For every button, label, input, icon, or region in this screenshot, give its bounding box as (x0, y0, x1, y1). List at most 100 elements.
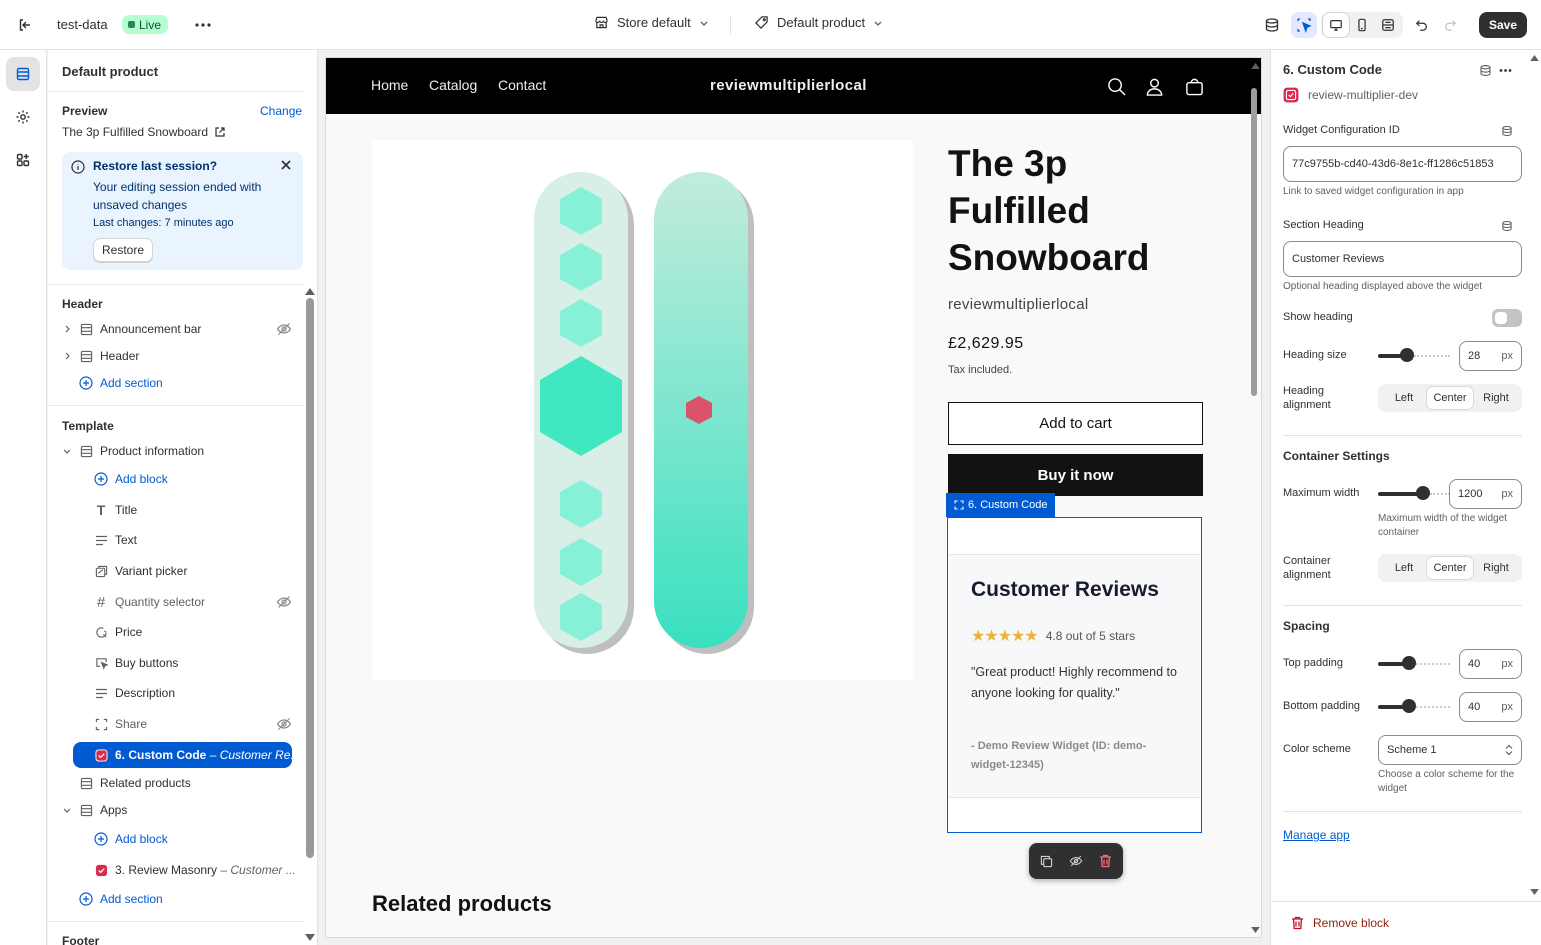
preview-product-label: The 3p Fulfilled Snowboard (62, 125, 209, 139)
delete-icon[interactable] (1095, 851, 1115, 871)
show-heading-toggle[interactable] (1492, 309, 1522, 327)
sections-icon[interactable] (6, 57, 40, 91)
block-custom-code[interactable]: 6. Custom Code – Customer Re... (73, 742, 300, 768)
restore-button[interactable]: Restore (93, 238, 153, 262)
app-icon (93, 747, 109, 763)
top-padding-slider[interactable] (1378, 656, 1450, 670)
remove-block-button[interactable]: Remove block (1291, 916, 1389, 930)
heading-size-input[interactable]: 28 px (1459, 341, 1522, 371)
section-header[interactable]: Header (62, 343, 292, 369)
add-to-cart-button[interactable]: Add to cart (948, 402, 1203, 445)
search-icon[interactable] (1105, 75, 1127, 97)
store-logo-text[interactable]: reviewmultiplierlocal (710, 77, 867, 94)
section-heading-input[interactable]: Customer Reviews (1283, 241, 1522, 277)
max-width-input[interactable]: 1200 px (1449, 479, 1522, 509)
duplicate-icon[interactable] (1036, 851, 1056, 871)
align-center-option[interactable]: Center (1427, 557, 1473, 579)
database-icon[interactable] (1476, 61, 1494, 79)
align-center-option[interactable]: Center (1427, 387, 1473, 409)
inspector-icon[interactable] (1291, 12, 1317, 38)
eye-off-icon[interactable] (1066, 851, 1086, 871)
max-width-slider[interactable] (1378, 486, 1450, 500)
eye-off-icon[interactable] (276, 594, 292, 610)
scroll-up-arrow[interactable] (1250, 62, 1260, 70)
eye-off-icon[interactable] (276, 716, 292, 732)
nav-link-home[interactable]: Home (371, 77, 408, 93)
preview-scrollbar[interactable] (1251, 88, 1257, 396)
add-section-button[interactable]: Add section (78, 370, 308, 396)
left-scrollbar[interactable] (306, 298, 314, 858)
scroll-down-arrow[interactable] (1529, 888, 1539, 896)
chevron-down-icon[interactable] (62, 443, 72, 459)
chevron-right-icon[interactable] (62, 348, 72, 364)
align-left-option[interactable]: Left (1381, 557, 1427, 579)
bottom-padding-input[interactable]: 40 px (1459, 692, 1522, 722)
align-right-option[interactable]: Right (1473, 387, 1519, 409)
change-link[interactable]: Change (260, 104, 302, 118)
scroll-up-arrow[interactable] (304, 286, 316, 296)
database-icon[interactable] (1499, 218, 1515, 234)
block-review-masonry[interactable]: 3. Review Masonry – Customer ... (93, 857, 296, 883)
more-icon[interactable] (192, 14, 214, 36)
scroll-down-arrow[interactable] (1250, 926, 1260, 934)
template-selector[interactable]: Default product (754, 15, 883, 30)
bottom-padding-slider[interactable] (1378, 699, 1450, 713)
database-icon[interactable] (1261, 14, 1283, 36)
nav-link-contact[interactable]: Contact (498, 77, 546, 93)
add-block-button[interactable]: Add block (93, 466, 317, 492)
color-scheme-select[interactable]: Scheme 1 (1378, 735, 1522, 765)
block-text[interactable]: Text (93, 527, 292, 553)
block-title[interactable]: T Title (93, 497, 292, 523)
product-image[interactable] (372, 140, 913, 680)
notice-close-icon[interactable] (280, 159, 296, 175)
block-quantity-selector[interactable]: # Quantity selector (93, 589, 292, 615)
eye-off-icon[interactable] (276, 321, 292, 337)
scroll-down-arrow[interactable] (304, 932, 316, 942)
slider-thumb[interactable] (1416, 486, 1430, 500)
section-announcement-bar[interactable]: Announcement bar (62, 316, 292, 342)
account-icon[interactable] (1143, 75, 1165, 97)
preview-product[interactable]: The 3p Fulfilled Snowboard (62, 125, 226, 139)
block-description[interactable]: Description (93, 680, 292, 706)
undo-icon[interactable] (1410, 13, 1434, 37)
manage-app-link[interactable]: Manage app (1283, 828, 1350, 842)
exit-icon[interactable] (14, 14, 36, 36)
selected-block-tag[interactable]: 6. Custom Code (946, 493, 1056, 517)
add-section-button[interactable]: Add section (78, 886, 308, 912)
block-buy-buttons[interactable]: Buy buttons (93, 650, 292, 676)
add-block-button[interactable]: Add block (93, 826, 317, 852)
slider-thumb[interactable] (1402, 699, 1416, 713)
gear-icon[interactable] (6, 100, 40, 134)
cart-icon[interactable] (1183, 75, 1205, 97)
plus-circle-icon (93, 831, 109, 847)
slider-thumb[interactable] (1400, 348, 1414, 362)
desktop-icon[interactable] (1323, 13, 1349, 37)
apps-icon[interactable] (6, 143, 40, 177)
mobile-icon[interactable] (1349, 13, 1375, 37)
save-button[interactable]: Save (1479, 12, 1527, 38)
more-icon[interactable] (1495, 61, 1515, 79)
align-left-option[interactable]: Left (1381, 387, 1427, 409)
redo-icon[interactable] (1438, 13, 1462, 37)
section-product-information[interactable]: Product information (62, 438, 292, 464)
top-padding-input[interactable]: 40 px (1459, 649, 1522, 679)
scroll-up-arrow[interactable] (1529, 54, 1539, 62)
block-price[interactable]: Price (93, 619, 292, 645)
section-apps[interactable]: Apps (62, 797, 292, 823)
align-right-option[interactable]: Right (1473, 557, 1519, 579)
section-related-products[interactable]: Related products (78, 770, 308, 796)
chevron-right-icon[interactable] (62, 321, 72, 337)
fullscreen-icon[interactable] (1375, 13, 1401, 37)
store-selector[interactable]: Store default (594, 15, 709, 30)
nav-link-catalog[interactable]: Catalog (429, 77, 477, 93)
block-variant-picker[interactable]: Variant picker (93, 558, 292, 584)
heading-size-slider[interactable] (1378, 348, 1450, 362)
block-label: 3. Review Masonry (115, 863, 218, 877)
widget-config-input[interactable]: 77c9755b-cd40-43d6-8e1c-ff1286c51853 (1283, 146, 1522, 182)
custom-code-block[interactable]: Customer Reviews ★★★★★ 4.8 out of 5 star… (947, 517, 1202, 833)
buy-now-button[interactable]: Buy it now (948, 454, 1203, 496)
database-icon[interactable] (1499, 123, 1515, 139)
slider-thumb[interactable] (1402, 656, 1416, 670)
block-share[interactable]: Share (93, 711, 292, 737)
chevron-down-icon[interactable] (62, 802, 72, 818)
